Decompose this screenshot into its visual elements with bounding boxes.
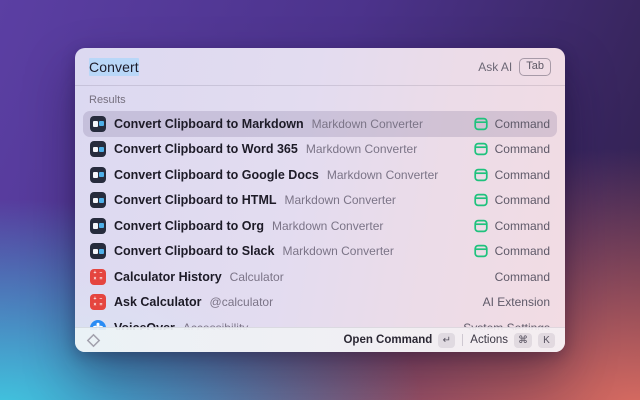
calculator-icon: +−×= [90, 269, 106, 285]
list-item[interactable]: Convert Clipboard to Markdown Markdown Co… [83, 111, 557, 137]
list-item-title: Calculator History [114, 270, 222, 284]
list-item-subtitle: Markdown Converter [272, 219, 383, 233]
enter-key-chip: ↵ [438, 333, 455, 348]
list-item-title: Convert Clipboard to HTML [114, 193, 277, 207]
results-section-header: Results [75, 86, 565, 111]
tab-key-chip: Tab [519, 58, 551, 76]
results-list: Convert Clipboard to MarkdownMarkdown Co… [75, 111, 565, 330]
k-key-chip: K [538, 333, 555, 348]
command-type-icon [474, 168, 488, 182]
list-item-title: Convert Clipboard to Google Docs [114, 168, 319, 182]
raycast-logo-icon [85, 332, 102, 349]
list-item-type-label: Command [495, 193, 550, 207]
list-item-type-label: Command [495, 270, 550, 284]
list-item-subtitle: Markdown Converter [285, 193, 396, 207]
ask-ai-label: Ask AI [478, 60, 512, 74]
list-item-title: Ask Calculator [114, 295, 202, 309]
list-item-subtitle: Markdown Converter [327, 168, 438, 182]
search-input-selected-text: Convert [89, 58, 139, 76]
list-item[interactable]: +−×= Calculator History Calculator Command [83, 264, 557, 290]
list-item-subtitle: Markdown Converter [312, 117, 423, 131]
command-type-icon [474, 117, 488, 131]
ask-ai-hint[interactable]: Ask AI Tab [478, 58, 551, 76]
command-type-icon [474, 193, 488, 207]
markdown-converter-icon [90, 192, 106, 208]
list-item-subtitle: Markdown Converter [282, 244, 393, 258]
list-item-subtitle: Calculator [230, 270, 284, 284]
footer-separator [462, 334, 463, 346]
list-item[interactable]: Convert Clipboard to Org Markdown Convert… [83, 213, 557, 239]
list-item-title: Convert Clipboard to Slack [114, 244, 274, 258]
open-command-label: Open Command [343, 334, 432, 346]
list-item-type-label: Command [495, 219, 550, 233]
launcher-window: Convert Ask AI Tab Results Convert Clipb… [75, 48, 565, 352]
actions-label: Actions [470, 334, 508, 346]
list-item-title: Convert Clipboard to Org [114, 219, 264, 233]
list-item[interactable]: Convert Clipboard to HTML Markdown Conver… [83, 188, 557, 214]
markdown-converter-icon [90, 218, 106, 234]
list-item-subtitle: @calculator [210, 295, 274, 309]
list-item-title: Convert Clipboard to Word 365 [114, 142, 298, 156]
command-type-icon [474, 142, 488, 156]
markdown-converter-icon [90, 243, 106, 259]
list-item-type-label: Command [495, 117, 550, 131]
list-item-type-label: Command [495, 244, 550, 258]
footer-bar: Open Command ↵ Actions ⌘ K [75, 327, 565, 352]
open-command-button[interactable]: Open Command ↵ [343, 333, 455, 348]
list-item[interactable]: Convert Clipboard to Slack Markdown Conve… [83, 239, 557, 265]
list-item-type-label: Command [495, 168, 550, 182]
list-item[interactable]: Convert Clipboard to Word 365 Markdown Co… [83, 137, 557, 163]
list-item-type-label: AI Extension [483, 295, 550, 309]
markdown-converter-icon [90, 167, 106, 183]
search-input[interactable]: Convert [89, 59, 139, 75]
command-type-icon [474, 244, 488, 258]
list-item[interactable]: +−×= Ask Calculator @calculator AI Extensio… [83, 290, 557, 316]
command-type-icon [474, 219, 488, 233]
list-item[interactable]: Convert Clipboard to Google Docs Markdown… [83, 162, 557, 188]
list-item-type-label: Command [495, 142, 550, 156]
actions-button[interactable]: Actions ⌘ K [470, 333, 555, 348]
list-item-title: Convert Clipboard to Markdown [114, 117, 304, 131]
search-bar: Convert Ask AI Tab [75, 48, 565, 85]
cmd-key-chip: ⌘ [514, 333, 532, 348]
list-item-subtitle: Markdown Converter [306, 142, 417, 156]
markdown-converter-icon [90, 141, 106, 157]
calculator-icon: +−×= [90, 294, 106, 310]
markdown-converter-icon [90, 116, 106, 132]
